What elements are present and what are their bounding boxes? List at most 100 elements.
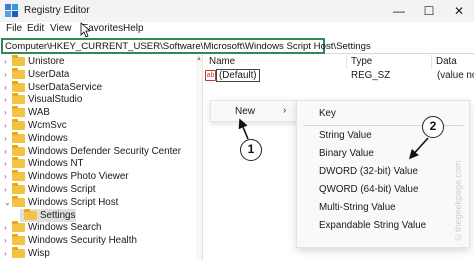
tree-item[interactable]: › WAB — [0, 106, 196, 119]
tree-item-label: Windows Script — [28, 184, 96, 195]
tree-item-label: WAB — [28, 107, 50, 119]
annotation-step-1: 1 — [240, 139, 262, 161]
tree-item[interactable]: › Windows NT — [0, 157, 196, 170]
context-menu-new-item[interactable]: New › — [210, 100, 298, 122]
chevron-right-icon[interactable]: › — [4, 249, 10, 258]
submenu-string-value[interactable]: String Value — [319, 130, 372, 141]
maximize-button[interactable]: ☐ — [414, 0, 444, 22]
address-bar[interactable]: Computer\HKEY_CURRENT_USER\Software\Micr… — [1, 38, 371, 54]
folder-icon — [12, 80, 25, 92]
tree-item[interactable]: › Windows — [0, 131, 196, 145]
chevron-right-icon[interactable]: › — [4, 95, 10, 104]
tree-item-label: Windows Security Health — [28, 235, 137, 247]
tree-item-label: Windows Script Host — [28, 196, 119, 208]
tree-item[interactable]: › UserData — [0, 67, 196, 81]
folder-icon — [24, 208, 37, 220]
chevron-right-icon[interactable]: › — [4, 121, 10, 130]
folder-icon — [12, 106, 25, 118]
chevron-right-icon[interactable]: › — [4, 147, 10, 156]
submenu-key[interactable]: Key — [319, 108, 336, 119]
menu-file[interactable]: File — [6, 23, 22, 34]
close-button[interactable]: ✕ — [444, 0, 474, 22]
tree-item[interactable]: › Windows Photo Viewer — [0, 170, 196, 183]
registry-editor-icon — [5, 4, 18, 17]
tree-item[interactable]: › Wisp — [0, 247, 196, 260]
folder-icon — [12, 55, 25, 66]
tree-item-label: Windows — [28, 132, 68, 144]
tree-item[interactable]: › Unistore — [0, 55, 196, 68]
tree-item[interactable]: › Windows Script — [0, 183, 196, 196]
column-data-header[interactable]: Data — [436, 56, 457, 67]
folder-icon — [12, 183, 25, 194]
tree-item-label: Windows NT — [28, 158, 84, 170]
submenu-binary-value[interactable]: Binary Value — [319, 148, 374, 159]
chevron-right-icon[interactable]: › — [4, 83, 10, 92]
folder-icon — [12, 234, 25, 246]
annotation-step-2: 2 — [422, 116, 444, 138]
chevron-right-icon[interactable]: › — [4, 159, 10, 168]
tree-item[interactable]: › Windows Defender Security Center — [0, 144, 196, 158]
tree-item-label: VisualStudio — [28, 94, 83, 106]
chevron-right-icon[interactable]: › — [4, 223, 10, 232]
column-headers: Name Type Data — [203, 55, 474, 68]
tree-item[interactable]: › Windows Security Health — [0, 234, 196, 247]
chevron-right-icon[interactable]: › — [4, 236, 10, 245]
folder-icon — [12, 93, 25, 105]
value-type: REG_SZ — [351, 70, 391, 81]
new-submenu: Key String Value Binary Value DWORD (32-… — [296, 100, 470, 248]
address-bar-divider — [325, 53, 474, 54]
chevron-down-icon[interactable]: ⌄ — [4, 198, 11, 207]
value-data: (value no — [437, 70, 474, 81]
window-title: Registry Editor — [24, 5, 90, 16]
tree-item[interactable]: › WcmSvc — [0, 119, 196, 132]
tree-item-label: UserDataService — [28, 81, 103, 93]
chevron-right-icon: › — [283, 105, 287, 116]
chevron-right-icon[interactable]: › — [4, 185, 10, 194]
chevron-right-icon[interactable]: › — [4, 172, 10, 181]
folder-icon — [12, 67, 25, 79]
tree-item[interactable]: › VisualStudio — [0, 93, 196, 106]
pane-splitter[interactable] — [202, 55, 203, 260]
menu-view[interactable]: View — [50, 23, 72, 34]
tree-item[interactable]: ⌄ Windows Script Host — [0, 195, 196, 209]
chevron-right-icon[interactable]: › — [4, 134, 10, 143]
minimize-button[interactable]: — — [384, 0, 414, 22]
submenu-expandable-string-value[interactable]: Expandable String Value — [319, 220, 426, 231]
tree-item[interactable]: Settings — [0, 208, 196, 222]
tree-item-label: Windows Search — [28, 222, 102, 234]
tree-item[interactable]: › UserDataService — [0, 80, 196, 94]
mouse-cursor-icon — [80, 22, 90, 38]
menu-edit[interactable]: Edit — [27, 23, 44, 34]
chevron-right-icon[interactable]: › — [4, 70, 10, 79]
column-name-header[interactable]: Name — [209, 56, 235, 67]
title-bar: Registry Editor — ☐ ✕ — [0, 0, 474, 22]
new-label: New — [235, 106, 256, 117]
column-divider[interactable] — [431, 55, 432, 68]
folder-icon — [12, 131, 25, 143]
folder-icon — [12, 119, 25, 130]
column-divider[interactable] — [346, 55, 347, 68]
value-row[interactable]: ab (Default) REG_SZ (value no — [203, 69, 474, 83]
registry-tree: › Unistore › UserData › UserDataService › Visua… — [0, 55, 196, 260]
submenu-dword-value[interactable]: DWORD (32-bit) Value — [319, 166, 418, 177]
submenu-multi-string-value[interactable]: Multi-String Value — [319, 202, 396, 213]
tree-item-label: Wisp — [28, 248, 50, 259]
submenu-qword-value[interactable]: QWORD (64-bit) Value — [319, 184, 418, 195]
tree-item-label: Windows Defender Security Center — [28, 145, 182, 157]
menu-help[interactable]: Help — [123, 23, 144, 34]
folder-icon — [12, 170, 25, 182]
menu-bar: File Edit View Favorites Help — [0, 22, 474, 37]
folder-icon — [12, 144, 25, 156]
tree-item-label: Unistore — [28, 56, 65, 67]
folder-icon — [12, 221, 25, 233]
value-name: (Default) — [219, 70, 257, 81]
string-value-icon: ab — [205, 70, 216, 81]
column-type-header[interactable]: Type — [351, 56, 372, 67]
tree-item-label: Windows Photo Viewer — [28, 171, 129, 183]
address-path: Computer\HKEY_CURRENT_USER\Software\Micr… — [5, 41, 371, 52]
tree-item-label: UserData — [28, 68, 70, 80]
chevron-right-icon[interactable]: › — [4, 108, 10, 117]
tree-item[interactable]: › Windows Search — [0, 221, 196, 234]
chevron-right-icon[interactable]: › — [4, 57, 10, 66]
folder-icon — [12, 247, 25, 258]
